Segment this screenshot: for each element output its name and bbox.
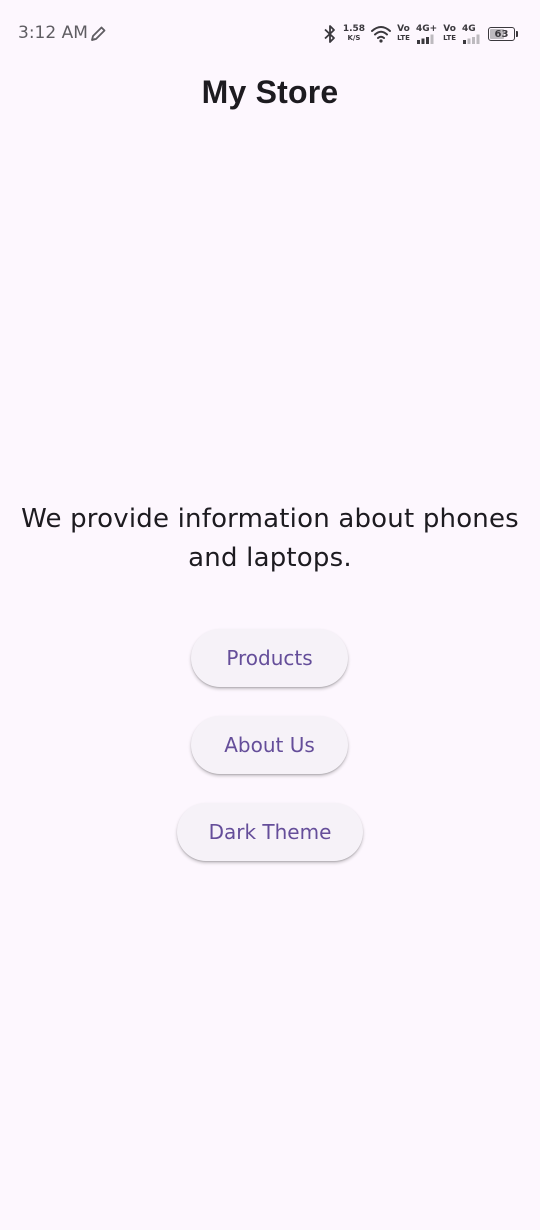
volte2-top: Vo [443,24,456,34]
volte1-top: Vo [397,24,410,34]
network-type-1: 4G+ [416,24,437,44]
status-icons: 1.58 K/S Vo LTE 4G+ Vo LTE 4G 63 [323,22,518,46]
volte2-bottom: LTE [443,34,456,42]
pen-icon [91,26,106,41]
network-type-2-label: 4G [462,24,476,34]
status-time: 3:12 AM [18,23,88,43]
data-speed-unit: K/S [347,34,361,42]
network-type-2: 4G [462,24,482,44]
bluetooth-icon [324,25,335,43]
about-us-button[interactable]: About Us [191,716,348,774]
signal-icon [416,34,434,44]
battery-icon: 63 [488,27,515,41]
battery-tip [516,31,518,37]
data-speed-indicator: 1.58 K/S [343,25,365,43]
status-bar: 3:12 AM 1.58 K/S Vo LTE 4G+ Vo LTE 4G 63 [0,0,540,68]
volte1-bottom: LTE [397,34,410,42]
signal-icon [463,34,480,44]
products-button[interactable]: Products [191,629,348,687]
network-type-1-label: 4G+ [415,24,438,34]
dark-theme-button[interactable]: Dark Theme [177,803,363,861]
page-title: My Store [201,74,339,110]
data-speed-value: 1.58 [342,24,366,34]
battery-level: 63 [494,28,509,40]
wifi-icon [371,26,392,43]
volte-indicator-2: Vo LTE [443,25,456,43]
description-text: We provide information about phones and … [21,504,519,573]
volte-indicator-1: Vo LTE [397,25,410,43]
